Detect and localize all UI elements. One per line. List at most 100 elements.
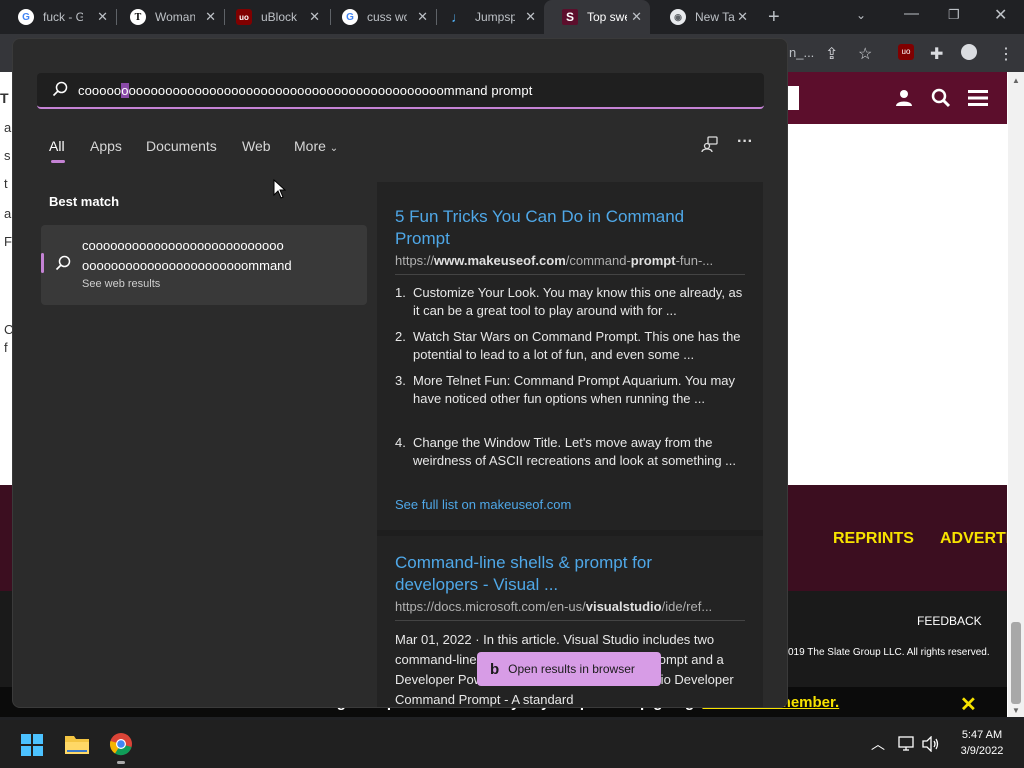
windows-start-icon[interactable] bbox=[21, 734, 43, 756]
browser-tab[interactable]: ◉ New Tab ✕ bbox=[652, 0, 756, 34]
footer-advertise-link[interactable]: ADVERTI bbox=[940, 530, 1007, 548]
preview-result-title[interactable]: Command-line shells & prompt for develop… bbox=[395, 552, 715, 596]
result-subtitle: See web results bbox=[82, 278, 161, 290]
banner-close-icon[interactable]: ✕ bbox=[960, 692, 977, 717]
scroll-up-arrow-icon[interactable]: ▲ bbox=[1012, 76, 1020, 85]
tab-title: fuck - G bbox=[43, 10, 83, 24]
see-full-list-link[interactable]: See full list on makeuseof.com bbox=[395, 497, 571, 512]
music-note-icon: ♩ bbox=[451, 9, 465, 25]
share-icon[interactable]: ⇪ bbox=[825, 44, 838, 64]
url-part: visualstudio bbox=[585, 599, 662, 614]
close-tab-icon[interactable]: ✕ bbox=[97, 9, 108, 25]
windows-search-panel: cooooooooooooooooooooooooooooooooooooooo… bbox=[12, 38, 788, 708]
search-query-text: cooooooooooooooooooooooooooooooooooooooo… bbox=[78, 83, 532, 98]
tab-title: uBlock bbox=[261, 10, 298, 24]
more-options-ellipsis-icon[interactable]: ··· bbox=[737, 133, 753, 151]
url-part: prompt bbox=[630, 253, 676, 268]
bing-logo-icon: b bbox=[490, 660, 500, 678]
mouse-cursor-icon bbox=[273, 179, 286, 199]
kebab-menu-icon[interactable]: ⋮ bbox=[998, 44, 1014, 64]
site-logo-fragment bbox=[787, 86, 799, 110]
close-tab-icon[interactable]: ✕ bbox=[417, 9, 428, 25]
page-text-fragment: t bbox=[4, 176, 8, 191]
list-number: 4. bbox=[395, 435, 406, 450]
tab-title: cuss wo bbox=[367, 10, 407, 24]
close-tab-icon[interactable]: ✕ bbox=[737, 9, 748, 25]
search-input[interactable]: cooooooooooooooooooooooooooooooooooooooo… bbox=[37, 73, 764, 109]
page-scrollbar[interactable]: ▲ ▼ bbox=[1008, 72, 1024, 717]
search-icon[interactable] bbox=[931, 88, 951, 108]
close-window-icon[interactable]: ✕ bbox=[994, 5, 1007, 25]
tab-all[interactable]: All bbox=[49, 138, 65, 154]
nyt-icon: T bbox=[130, 9, 146, 25]
browser-tab[interactable]: T Woman ✕ bbox=[112, 0, 224, 34]
ublock-extension-icon[interactable]: uo bbox=[898, 44, 914, 60]
clock-time[interactable]: 5:47 AM bbox=[952, 729, 1012, 741]
account-switch-icon[interactable] bbox=[701, 135, 719, 153]
close-tab-icon[interactable]: ✕ bbox=[205, 9, 216, 25]
volume-icon[interactable] bbox=[922, 736, 940, 752]
tab-web[interactable]: Web bbox=[242, 138, 271, 154]
query-text-before: cooooo bbox=[78, 83, 122, 98]
file-explorer-icon[interactable] bbox=[65, 733, 89, 755]
tab-apps[interactable]: Apps bbox=[90, 138, 122, 154]
list-item: More Telnet Fun: Command Prompt Aquarium… bbox=[413, 373, 736, 406]
open-results-in-browser-button[interactable]: b Open results in browser bbox=[477, 652, 661, 686]
close-tab-icon[interactable]: ✕ bbox=[309, 9, 320, 25]
chevron-down-icon: ⌄ bbox=[329, 143, 339, 154]
list-item: Change the Window Title. Let's move away… bbox=[413, 435, 737, 468]
browser-tab[interactable]: G fuck - G ✕ bbox=[0, 0, 116, 34]
google-icon: G bbox=[342, 9, 358, 25]
minimize-icon[interactable]: — bbox=[904, 5, 919, 22]
site-header bbox=[787, 72, 1007, 124]
tab-documents[interactable]: Documents bbox=[146, 138, 217, 154]
url-part: https://docs.microsoft.com/en-us/ bbox=[395, 599, 586, 614]
preview-result-url: https://docs.microsoft.com/en-us/visuals… bbox=[395, 599, 745, 614]
divider bbox=[395, 274, 745, 275]
list-number: 3. bbox=[395, 373, 406, 388]
browser-tab[interactable]: G cuss wo ✕ bbox=[324, 0, 436, 34]
footer-feedback-link[interactable]: FEEDBACK bbox=[917, 614, 982, 628]
query-text-selected: o bbox=[121, 83, 129, 98]
tab-title: Jumpsp bbox=[475, 10, 515, 24]
list-item: Customize Your Look. You may know this o… bbox=[413, 285, 743, 318]
running-app-indicator bbox=[117, 761, 125, 764]
tab-title: Top swe bbox=[587, 10, 627, 24]
tab-search-chevron-icon[interactable]: ⌄ bbox=[856, 8, 866, 22]
profile-avatar-icon[interactable] bbox=[961, 44, 977, 60]
page-text-fragment: a bbox=[4, 206, 12, 221]
new-tab-plus-icon[interactable]: + bbox=[768, 6, 780, 29]
address-bar-fragment[interactable]: n_... bbox=[789, 45, 814, 60]
scrollbar-thumb[interactable] bbox=[1011, 622, 1021, 704]
chevron-up-icon[interactable]: ︿ bbox=[871, 734, 885, 754]
browser-tab[interactable]: ♩ Jumpsp ✕ bbox=[432, 0, 544, 34]
close-tab-icon[interactable]: ✕ bbox=[525, 9, 536, 25]
url-part: https:// bbox=[395, 253, 435, 268]
scroll-down-arrow-icon[interactable]: ▼ bbox=[1012, 706, 1020, 715]
search-icon bbox=[55, 255, 71, 271]
browser-tab-strip: G fuck - G ✕ T Woman ✕ uo uBlock ✕ G cus… bbox=[0, 0, 1024, 34]
best-match-result[interactable]: cooooooooooooooooooooooooooo ooooooooooo… bbox=[41, 225, 367, 305]
open-button-label: Open results in browser bbox=[508, 662, 635, 676]
bookmark-star-icon[interactable]: ☆ bbox=[858, 44, 872, 64]
chrome-taskbar-icon[interactable] bbox=[109, 732, 133, 756]
network-icon[interactable] bbox=[898, 736, 916, 752]
footer-copyright: 019 The Slate Group LLC. All rights rese… bbox=[788, 647, 990, 658]
preview-result-title[interactable]: 5 Fun Tricks You Can Do in Command Promp… bbox=[395, 206, 735, 250]
slate-icon: S bbox=[562, 9, 578, 25]
url-part: /ide/ref... bbox=[661, 599, 713, 614]
restore-icon[interactable]: ❐ bbox=[948, 7, 960, 23]
divider bbox=[395, 620, 745, 621]
tab-more[interactable]: More ⌄ bbox=[294, 138, 338, 154]
browser-tab[interactable]: uo uBlock ✕ bbox=[218, 0, 328, 34]
page-text-fragment: T bbox=[0, 90, 9, 106]
footer-reprints-link[interactable]: REPRINTS bbox=[833, 530, 914, 548]
browser-tab-active[interactable]: S Top swe ✕ bbox=[544, 0, 650, 34]
account-icon[interactable] bbox=[895, 89, 913, 107]
clock-date[interactable]: 3/9/2022 bbox=[952, 745, 1012, 757]
close-tab-icon[interactable]: ✕ bbox=[631, 9, 642, 25]
hamburger-menu-icon[interactable] bbox=[968, 89, 988, 107]
chrome-icon: ◉ bbox=[670, 9, 686, 25]
extensions-puzzle-icon[interactable]: ✚ bbox=[930, 44, 943, 64]
tab-title: Woman bbox=[155, 10, 195, 24]
